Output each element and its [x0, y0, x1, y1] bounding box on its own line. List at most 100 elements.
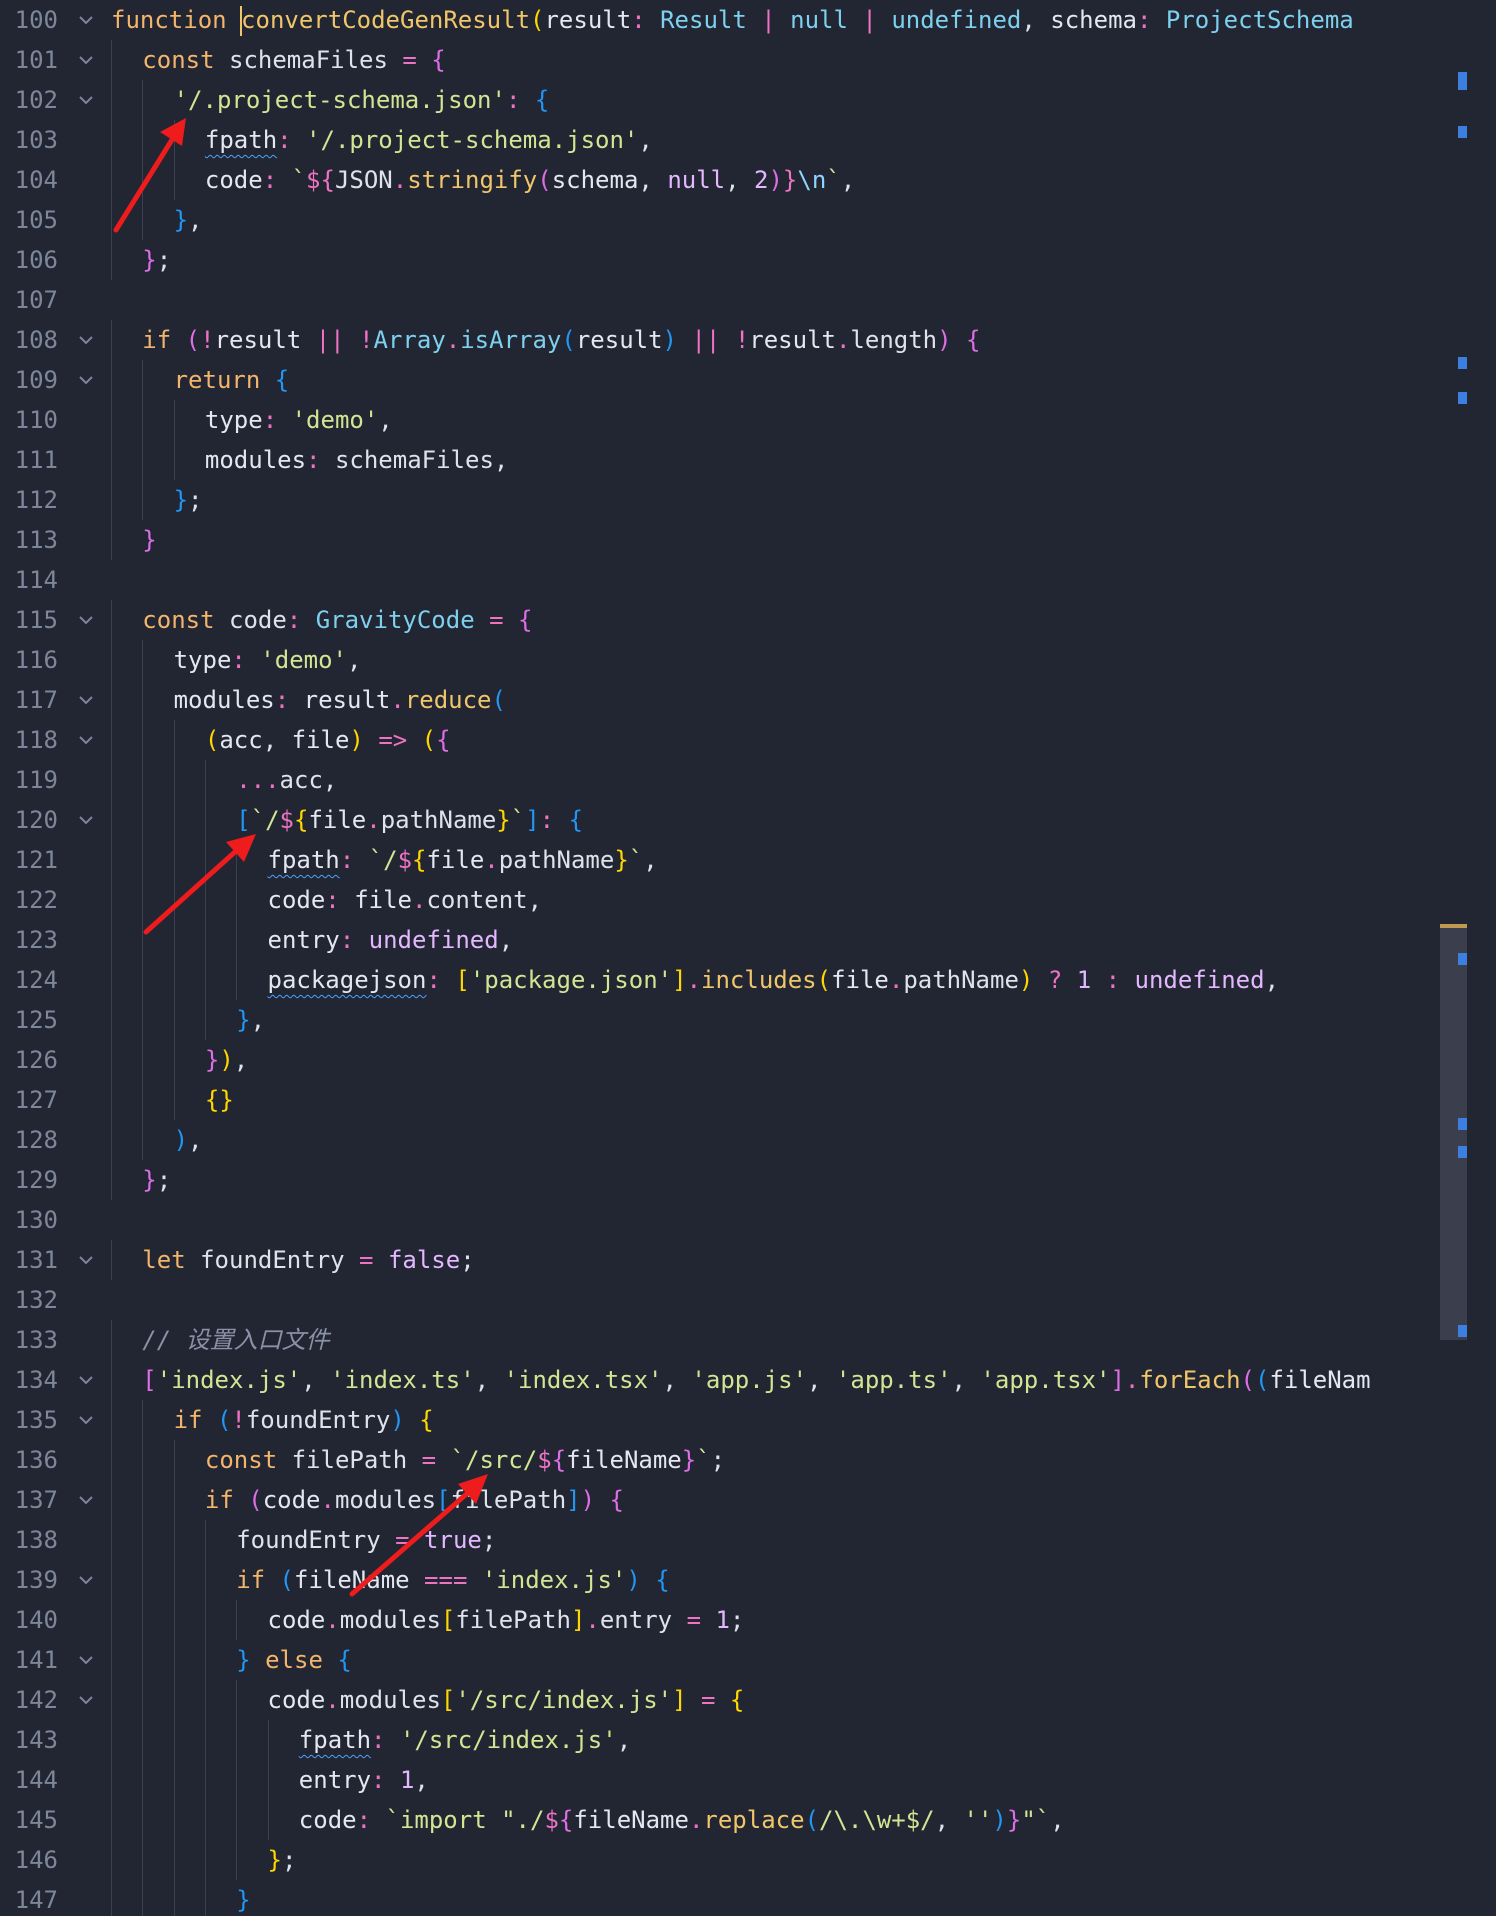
code-text: } else { — [236, 1646, 352, 1674]
code-line[interactable]: 133 // 设置入口文件 — [0, 1320, 1496, 1360]
code-line[interactable]: 125}, — [0, 1000, 1496, 1040]
code-line[interactable]: 112}; — [0, 480, 1496, 520]
code-line[interactable]: 137 if (code.modules[filePath]) { — [0, 1480, 1496, 1520]
code-line[interactable]: 136 const filePath = `/src/${fileName}`; — [0, 1440, 1496, 1480]
code-line[interactable]: 102 '/.project-schema.json': { — [0, 80, 1496, 120]
code-line[interactable]: 130 — [0, 1200, 1496, 1240]
line-number: 129 — [14, 1166, 58, 1194]
code-line[interactable]: 104 code: `${JSON.stringify(schema, null,… — [0, 160, 1496, 200]
indent-guide — [173, 1520, 175, 1560]
code-line[interactable]: 147} — [0, 1880, 1496, 1916]
code-line[interactable]: 145 code: `import "./${fileName.replace(/… — [0, 1800, 1496, 1840]
line-number: 106 — [14, 246, 58, 274]
indent-guide — [142, 1560, 144, 1600]
code-line[interactable]: 118 (acc, file) => ({ — [0, 720, 1496, 760]
chevron-down-icon[interactable] — [76, 1650, 96, 1670]
code-line[interactable]: 142 code.modules['/src/index.js'] = { — [0, 1680, 1496, 1720]
code-line[interactable]: 144 entry: 1, — [0, 1760, 1496, 1800]
code-line[interactable]: 122 code: file.content, — [0, 880, 1496, 920]
chevron-down-icon[interactable] — [76, 330, 96, 350]
code-line[interactable]: 111 modules: schemaFiles, — [0, 440, 1496, 480]
code-line[interactable]: 103 fpath: '/.project-schema.json', — [0, 120, 1496, 160]
chevron-down-icon[interactable] — [76, 50, 96, 70]
indent-guide — [111, 1840, 112, 1880]
line-number: 131 — [14, 1246, 58, 1274]
chevron-down-icon[interactable] — [76, 730, 96, 750]
code-line[interactable]: 131 let foundEntry = false; — [0, 1240, 1496, 1280]
overview-ruler-marker — [1458, 953, 1467, 965]
code-line[interactable]: 129}; — [0, 1160, 1496, 1200]
code-line[interactable]: 135 if (!foundEntry) { — [0, 1400, 1496, 1440]
code-line[interactable]: 101 const schemaFiles = { — [0, 40, 1496, 80]
chevron-down-icon[interactable] — [76, 1490, 96, 1510]
line-number: 124 — [14, 966, 58, 994]
code-line[interactable]: 106}; — [0, 240, 1496, 280]
code-line[interactable]: 132 — [0, 1280, 1496, 1320]
code-line[interactable]: 124 packagejson: ['package.json'].include… — [0, 960, 1496, 1000]
chevron-down-icon[interactable] — [76, 690, 96, 710]
code-line[interactable]: 121 fpath: `/${file.pathName}`, — [0, 840, 1496, 880]
indent-guide — [142, 1640, 144, 1680]
code-line[interactable]: 113} — [0, 520, 1496, 560]
chevron-down-icon[interactable] — [76, 1570, 96, 1590]
code-line[interactable]: 141} else { — [0, 1640, 1496, 1680]
code-line[interactable]: 126}), — [0, 1040, 1496, 1080]
indent-guide — [111, 520, 112, 560]
code-line[interactable]: 115 const code: GravityCode = { — [0, 600, 1496, 640]
code-line[interactable]: 116 type: 'demo', — [0, 640, 1496, 680]
indent-guide — [267, 1720, 269, 1760]
chevron-down-icon[interactable] — [76, 1370, 96, 1390]
code-editor[interactable]: 100 function convertCodeGenResult(result:… — [0, 0, 1496, 1916]
chevron-down-icon[interactable] — [76, 370, 96, 390]
indent-guide — [173, 400, 175, 440]
chevron-down-icon[interactable] — [76, 90, 96, 110]
indent-guide — [111, 1400, 112, 1440]
indent-guide — [111, 200, 112, 240]
code-line[interactable]: 117 modules: result.reduce( — [0, 680, 1496, 720]
indent-guide — [204, 1680, 206, 1720]
code-line[interactable]: 140 code.modules[filePath].entry = 1; — [0, 1600, 1496, 1640]
indent-guide — [111, 1480, 112, 1520]
chevron-down-icon[interactable] — [76, 810, 96, 830]
line-number: 136 — [14, 1446, 58, 1474]
scrollbar-thumb[interactable] — [1440, 924, 1467, 1340]
indent-guide — [111, 600, 112, 640]
code-line[interactable]: 114 — [0, 560, 1496, 600]
code-line[interactable]: 143 fpath: '/src/index.js', — [0, 1720, 1496, 1760]
code-line[interactable]: 139 if (fileName === 'index.js') { — [0, 1560, 1496, 1600]
line-number: 142 — [14, 1686, 58, 1714]
code-line[interactable]: 105}, — [0, 200, 1496, 240]
indent-guide — [204, 1840, 206, 1880]
chevron-down-icon[interactable] — [76, 10, 96, 30]
code-line[interactable]: 146}; — [0, 1840, 1496, 1880]
line-number: 101 — [14, 46, 58, 74]
code-line[interactable]: 110 type: 'demo', — [0, 400, 1496, 440]
line-number: 118 — [14, 726, 58, 754]
code-line[interactable]: 138 foundEntry = true; — [0, 1520, 1496, 1560]
indent-guide — [204, 1520, 206, 1560]
line-number: 103 — [14, 126, 58, 154]
code-line[interactable]: 134 ['index.js', 'index.ts', 'index.tsx',… — [0, 1360, 1496, 1400]
code-line[interactable]: 120 [`/${file.pathName}`]: { — [0, 800, 1496, 840]
code-line[interactable]: 100 function convertCodeGenResult(result:… — [0, 0, 1496, 40]
indent-guide — [173, 840, 175, 880]
code-line[interactable]: 128), — [0, 1120, 1496, 1160]
chevron-down-icon[interactable] — [76, 1410, 96, 1430]
chevron-down-icon[interactable] — [76, 1690, 96, 1710]
indent-guide — [142, 1840, 144, 1880]
code-line[interactable]: 109 return { — [0, 360, 1496, 400]
code-line[interactable]: 123 entry: undefined, — [0, 920, 1496, 960]
indent-guide — [111, 360, 112, 400]
code-line[interactable]: 127 {} — [0, 1080, 1496, 1120]
code-text: fpath: '/src/index.js', — [298, 1726, 632, 1754]
code-text: [`/${file.pathName}`]: { — [236, 806, 584, 834]
code-text: (acc, file) => ({ — [204, 726, 451, 754]
chevron-down-icon[interactable] — [76, 610, 96, 630]
chevron-down-icon[interactable] — [76, 1250, 96, 1270]
indent-guide — [142, 680, 144, 720]
line-number: 147 — [14, 1886, 58, 1914]
code-line[interactable]: 119 ...acc, — [0, 760, 1496, 800]
code-line[interactable]: 107 — [0, 280, 1496, 320]
indent-guide — [111, 480, 112, 520]
code-line[interactable]: 108 if (!result || !Array.isArray(result)… — [0, 320, 1496, 360]
